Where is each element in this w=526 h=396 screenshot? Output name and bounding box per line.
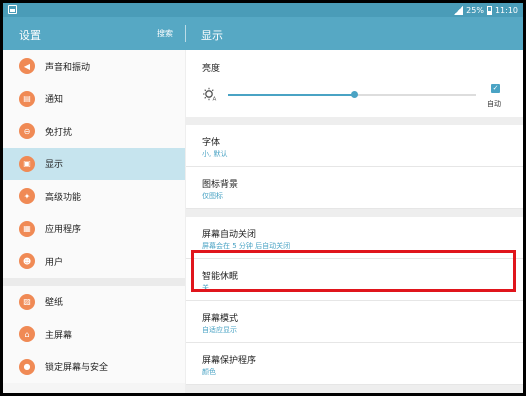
icon-background-row[interactable]: 图标背景 仅图标: [186, 167, 523, 209]
display-icon: ▣: [19, 155, 35, 172]
smart-stay-row[interactable]: 智能休眠 关: [186, 259, 523, 301]
row-subtitle: 仅图标: [202, 192, 223, 200]
screen-timeout-row[interactable]: 屏幕自动关闭 屏幕会在 5 分钟 后自动关闭: [186, 217, 523, 259]
sidebar-item-label: 用户: [45, 257, 64, 268]
display-settings-pane: 亮度 A ✓ 自动 字体 小, 默认 图标背景 仅图标 屏幕自动关闭 屏幕会在 …: [186, 50, 523, 393]
appbar-divider: [185, 25, 186, 42]
sidebar-item-label: 声音和振动: [45, 62, 91, 73]
row-title: 屏幕模式: [202, 314, 239, 324]
sidebar-item-display[interactable]: ▣ 显示: [3, 147, 185, 180]
sidebar-group-2: ▨ 壁纸 ⌂ 主屏幕 ● 锁定屏幕与安全: [3, 285, 185, 384]
row-subtitle: 颜色: [202, 368, 216, 376]
page-title: 显示: [201, 29, 223, 42]
row-title: 字体: [202, 138, 221, 148]
brightness-slider-thumb[interactable]: [351, 91, 359, 98]
signal-icon: [454, 5, 464, 15]
row-title: 屏幕保护程序: [202, 356, 257, 366]
row-subtitle: 屏幕会在 5 分钟 后自动关闭: [202, 242, 291, 250]
screen-mode-row[interactable]: 屏幕模式 自适应显示: [186, 301, 523, 343]
sidebar-item-notifications[interactable]: ▤ 通知: [3, 83, 185, 116]
svg-text:A: A: [213, 97, 217, 102]
settings-title: 设置: [19, 29, 41, 42]
sidebar-item-advanced-features[interactable]: ✦ 高级功能: [3, 180, 185, 213]
device-frame: 25% 11:10 设置 搜索 显示 ◀ 声音和振动 ▤ 通知 ⊖ 免打扰 ▣ …: [0, 0, 526, 396]
sidebar-item-label: 锁定屏幕与安全: [45, 363, 109, 374]
sidebar-item-home-screen[interactable]: ⌂ 主屏幕: [3, 318, 185, 351]
status-icons: 25% 11:10: [454, 4, 518, 16]
wallpaper-icon: ▨: [19, 293, 35, 310]
apps-icon: ▦: [19, 220, 35, 237]
settings-sidebar: ◀ 声音和振动 ▤ 通知 ⊖ 免打扰 ▣ 显示 ✦ 高级功能 ▦ 应用程序 ☻ …: [3, 50, 185, 393]
sidebar-item-label: 通知: [45, 95, 64, 106]
brightness-section: 亮度 A ✓ 自动: [186, 50, 523, 117]
lock-icon: ●: [19, 358, 35, 375]
section-separator: [186, 209, 523, 217]
sidebar-item-label: 主屏幕: [45, 330, 73, 341]
sidebar-item-wallpaper[interactable]: ▨ 壁纸: [3, 286, 185, 319]
display-group-b: 屏幕自动关闭 屏幕会在 5 分钟 后自动关闭 智能休眠 关 屏幕模式 自适应显示…: [186, 217, 523, 385]
volume-icon: ◀: [19, 58, 35, 75]
row-subtitle: 关: [202, 284, 209, 292]
sidebar-item-users[interactable]: ☻ 用户: [3, 245, 185, 278]
sidebar-group-gap: [3, 277, 185, 286]
notification-icon: ▤: [19, 90, 35, 107]
sidebar-item-sound-vibration[interactable]: ◀ 声音和振动: [3, 50, 185, 83]
users-icon: ☻: [19, 253, 35, 270]
screen: 25% 11:10 设置 搜索 显示 ◀ 声音和振动 ▤ 通知 ⊖ 免打扰 ▣ …: [3, 3, 523, 393]
section-separator: [186, 117, 523, 125]
sidebar-item-label: 显示: [45, 160, 64, 171]
auto-brightness-label: 自动: [487, 100, 501, 108]
advanced-features-icon: ✦: [19, 188, 35, 205]
sidebar-item-do-not-disturb[interactable]: ⊖ 免打扰: [3, 115, 185, 148]
font-setting-row[interactable]: 字体 小, 默认: [186, 125, 523, 167]
brightness-title: 亮度: [202, 64, 221, 74]
battery-percent: 25%: [466, 5, 484, 15]
sidebar-group-1: ◀ 声音和振动 ▤ 通知 ⊖ 免打扰 ▣ 显示 ✦ 高级功能 ▦ 应用程序 ☻ …: [3, 50, 185, 278]
battery-icon: [486, 5, 492, 15]
row-title: 智能休眠: [202, 272, 239, 282]
gallery-notification-icon: [8, 5, 17, 14]
app-bar: 设置 搜索 显示: [3, 17, 523, 50]
row-subtitle: 小, 默认: [202, 150, 228, 158]
row-title: 屏幕自动关闭: [202, 230, 257, 240]
row-title: 图标背景: [202, 180, 239, 190]
brightness-slider-fill: [228, 94, 355, 96]
do-not-disturb-icon: ⊖: [19, 123, 35, 140]
sidebar-item-label: 高级功能: [45, 192, 82, 203]
row-subtitle: 自适应显示: [202, 326, 237, 334]
sidebar-item-apps[interactable]: ▦ 应用程序: [3, 213, 185, 246]
sidebar-item-label: 应用程序: [45, 225, 82, 236]
clock: 11:10: [494, 5, 518, 15]
auto-brightness-checkbox[interactable]: ✓: [491, 84, 500, 93]
search-button[interactable]: 搜索: [157, 28, 173, 39]
brightness-slider[interactable]: [228, 91, 476, 98]
home-icon: ⌂: [19, 326, 35, 343]
sidebar-item-lock-security[interactable]: ● 锁定屏幕与安全: [3, 351, 185, 384]
status-bar: 25% 11:10: [3, 3, 523, 17]
auto-brightness-icon: A: [203, 87, 217, 101]
display-group-a: 字体 小, 默认 图标背景 仅图标: [186, 125, 523, 209]
screensaver-row[interactable]: 屏幕保护程序 颜色: [186, 343, 523, 385]
sidebar-item-label: 壁纸: [45, 298, 64, 309]
sidebar-item-label: 免打扰: [45, 127, 73, 138]
